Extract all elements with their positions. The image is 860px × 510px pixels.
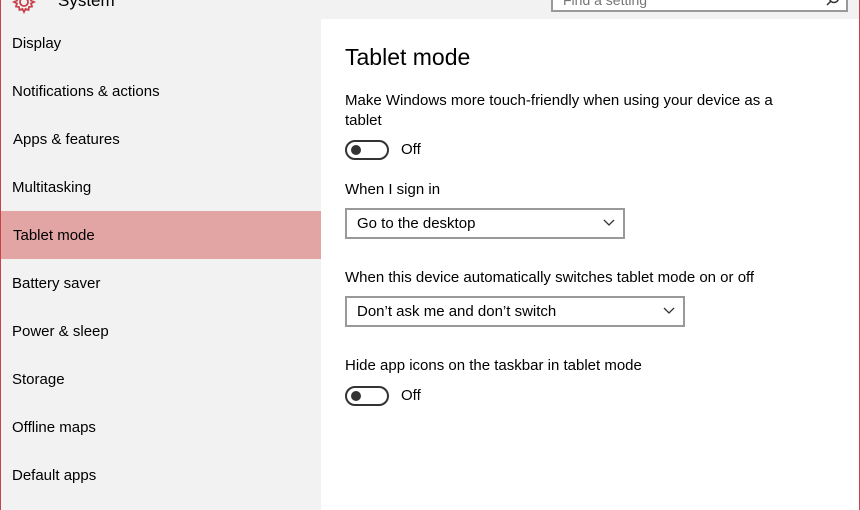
- sidebar-item-label: Notifications & actions: [12, 82, 160, 100]
- sidebar-item-display[interactable]: Display: [0, 19, 321, 67]
- sidebar-item-battery-saver[interactable]: Battery saver: [0, 259, 321, 307]
- chevron-down-icon: [663, 307, 675, 314]
- hide-icons-state: Off: [401, 387, 421, 404]
- auto-switch-label: When this device automatically switches …: [345, 269, 755, 286]
- auto-switch-dropdown[interactable]: Don’t ask me and don’t switch: [345, 296, 685, 327]
- title-bar: System: [0, 0, 860, 19]
- sidebar-item-notifications[interactable]: Notifications & actions: [0, 67, 321, 115]
- sidebar-item-multitasking[interactable]: Multitasking: [0, 163, 321, 211]
- toggle-knob: [351, 391, 361, 401]
- sidebar-item-label: Display: [12, 34, 62, 52]
- sidebar-item-label: Tablet mode: [13, 226, 95, 244]
- sidebar-item-default-apps[interactable]: Default apps: [0, 451, 321, 499]
- auto-switch-selected-value: Don’t ask me and don’t switch: [357, 303, 557, 320]
- hide-icons-label: Hide app icons on the taskbar in tablet …: [345, 357, 642, 374]
- sidebar-item-apps-features[interactable]: Apps & features: [0, 115, 321, 163]
- search-icon[interactable]: [826, 0, 840, 6]
- sidebar-item-offline-maps[interactable]: Offline maps: [0, 403, 321, 451]
- sidebar-item-label: Storage: [12, 370, 65, 388]
- hide-icons-toggle[interactable]: [345, 386, 389, 406]
- sign-in-selected-value: Go to the desktop: [357, 215, 476, 232]
- search-input[interactable]: [561, 0, 815, 10]
- search-box[interactable]: [551, 0, 848, 12]
- toggle-knob: [351, 145, 361, 155]
- sidebar-item-tablet-mode[interactable]: Tablet mode: [0, 211, 321, 259]
- sidebar-item-label: Multitasking: [12, 178, 92, 196]
- gear-icon: [12, 0, 36, 14]
- sidebar-item-label: Default apps: [12, 466, 97, 484]
- content-pane: Tablet mode Make Windows more touch-frie…: [321, 19, 860, 510]
- window-border-left: [0, 0, 1, 510]
- sidebar-item-label: Apps & features: [13, 130, 120, 148]
- touch-friendly-state: Off: [401, 141, 421, 158]
- sign-in-dropdown[interactable]: Go to the desktop: [345, 208, 625, 239]
- sign-in-label: When I sign in: [345, 181, 441, 198]
- sidebar-item-label: Power & sleep: [12, 322, 109, 340]
- sidebar: Display Notifications & actions Apps & f…: [0, 19, 321, 510]
- sidebar-item-label: Offline maps: [12, 418, 96, 436]
- sidebar-item-power-sleep[interactable]: Power & sleep: [0, 307, 321, 355]
- sidebar-item-label: Battery saver: [12, 274, 101, 292]
- sidebar-item-storage[interactable]: Storage: [0, 355, 321, 403]
- page-title: Tablet mode: [345, 44, 471, 70]
- app-title: System: [58, 0, 115, 10]
- touch-friendly-label: Make Windows more touch-friendly when us…: [345, 92, 773, 129]
- settings-window: System Display Notifications & actions A…: [0, 0, 860, 510]
- chevron-down-icon: [603, 219, 615, 226]
- touch-friendly-toggle[interactable]: [345, 140, 389, 160]
